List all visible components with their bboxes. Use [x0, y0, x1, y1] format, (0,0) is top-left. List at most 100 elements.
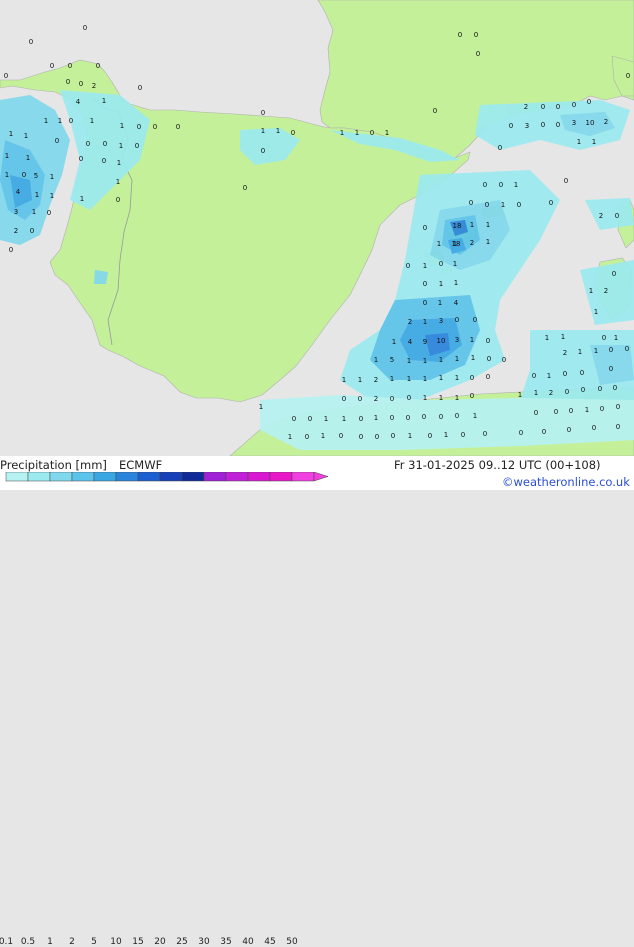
precip-value: 2	[563, 349, 567, 357]
precip-value: 0	[615, 212, 619, 220]
precip-value: 0	[565, 388, 569, 396]
precip-value: 10	[437, 337, 446, 345]
precip-value: 0	[572, 101, 576, 109]
precip-value: 0	[581, 386, 585, 394]
precip-value: 1	[501, 201, 505, 209]
precip-value: 1	[407, 375, 411, 383]
precip-value: 1	[594, 347, 598, 355]
precip-value: 1	[547, 372, 551, 380]
precip-value: 1	[438, 299, 442, 307]
precip-value: 0	[476, 50, 480, 58]
precip-value: 1	[321, 432, 325, 440]
precip-value: 2	[92, 82, 96, 90]
precip-value: 2	[408, 318, 412, 326]
precip-value: 1	[408, 432, 412, 440]
precip-value: 1	[423, 375, 427, 383]
precip-value: 0	[483, 430, 487, 438]
precip-value: 2	[599, 212, 603, 220]
precip-value: 0	[532, 372, 536, 380]
precip-value: 2	[374, 395, 378, 403]
precip-value: 1	[514, 181, 518, 189]
precip-value: 0	[86, 140, 90, 148]
precip-value: 1	[561, 333, 565, 341]
precip-value: 2	[14, 227, 18, 235]
precip-value: 4	[408, 338, 413, 346]
precip-value: 0	[541, 121, 545, 129]
precip-value: 1	[439, 356, 443, 364]
precip-value: 1	[276, 127, 280, 135]
scale-tick-label: 30	[198, 937, 210, 947]
precip-value: 1	[473, 412, 477, 420]
precip-value: 0	[79, 155, 83, 163]
precip-value: 1	[44, 117, 48, 125]
precip-value: 4	[76, 98, 81, 106]
precip-value: 1	[585, 406, 589, 414]
precip-value: 0	[391, 432, 395, 440]
precip-value: 0	[564, 177, 568, 185]
precip-value: 0	[47, 209, 51, 217]
precip-value: 0	[569, 407, 573, 415]
color-scale-cell	[115, 472, 139, 482]
color-scale-cell	[27, 472, 51, 482]
precip-value: 0	[499, 181, 503, 189]
precip-value: 1	[439, 394, 443, 402]
precip-value: 1	[50, 173, 54, 181]
precip-value: 0	[458, 31, 462, 39]
precip-value: 0	[423, 224, 427, 232]
scale-tick-label: 0.1	[0, 937, 14, 947]
precip-value: 1	[288, 433, 292, 441]
precip-value: 1	[342, 415, 346, 423]
precip-value: 1	[545, 334, 549, 342]
precip-value: 2	[470, 239, 474, 247]
precip-value: 0	[587, 98, 591, 106]
precip-value: 1	[439, 374, 443, 382]
precip-value: 18	[453, 222, 462, 230]
precip-value: 0	[292, 415, 296, 423]
precip-value: 0	[423, 299, 427, 307]
precip-value: 0	[602, 334, 606, 342]
precip-value: 1	[471, 354, 475, 362]
precip-value: 0	[55, 137, 59, 145]
precip-value: 0	[358, 395, 362, 403]
precip-value: 0	[556, 103, 560, 111]
precip-value: 0	[261, 147, 265, 155]
color-scale-cell	[159, 472, 183, 482]
precip-value: 4	[16, 188, 21, 196]
precip-value: 0	[469, 199, 473, 207]
precip-value: 0	[563, 370, 567, 378]
precip-value: 0	[4, 72, 8, 80]
precip-value: 3	[14, 208, 18, 216]
precip-value: 0	[580, 369, 584, 377]
precip-value: 2	[604, 287, 608, 295]
precip-value: 1	[50, 192, 54, 200]
precip-value: 0	[22, 171, 26, 179]
precip-value: 1	[358, 376, 362, 384]
precip-value: 0	[96, 62, 100, 70]
precip-value: 1	[24, 132, 28, 140]
precip-value: 0	[406, 262, 410, 270]
precip-value: 2	[374, 376, 378, 384]
precip-value: 0	[609, 346, 613, 354]
precip-value: 1	[5, 171, 9, 179]
scale-tick-label: 20	[154, 937, 166, 947]
precip-value: 1	[592, 138, 596, 146]
credit-link[interactable]: ©weatheronline.co.uk	[502, 476, 630, 488]
precip-value: 0	[50, 62, 54, 70]
precip-value: 1	[117, 159, 121, 167]
precip-value: 1	[355, 129, 359, 137]
precip-value: 0	[439, 260, 443, 268]
precip-value: 1	[407, 357, 411, 365]
precip-value: 0	[138, 84, 142, 92]
precip-value: 1	[455, 355, 459, 363]
precip-value: 0	[423, 280, 427, 288]
precip-value: 0	[428, 432, 432, 440]
precip-value: 0	[261, 109, 265, 117]
precip-value: 1	[9, 130, 13, 138]
color-scale-cell	[247, 472, 271, 482]
precip-value: 1	[577, 138, 581, 146]
precip-value: 1	[340, 129, 344, 137]
precip-value: 1	[439, 280, 443, 288]
precip-value: 0	[455, 316, 459, 324]
precip-value: 0	[135, 142, 139, 150]
precip-value: 0	[103, 140, 107, 148]
